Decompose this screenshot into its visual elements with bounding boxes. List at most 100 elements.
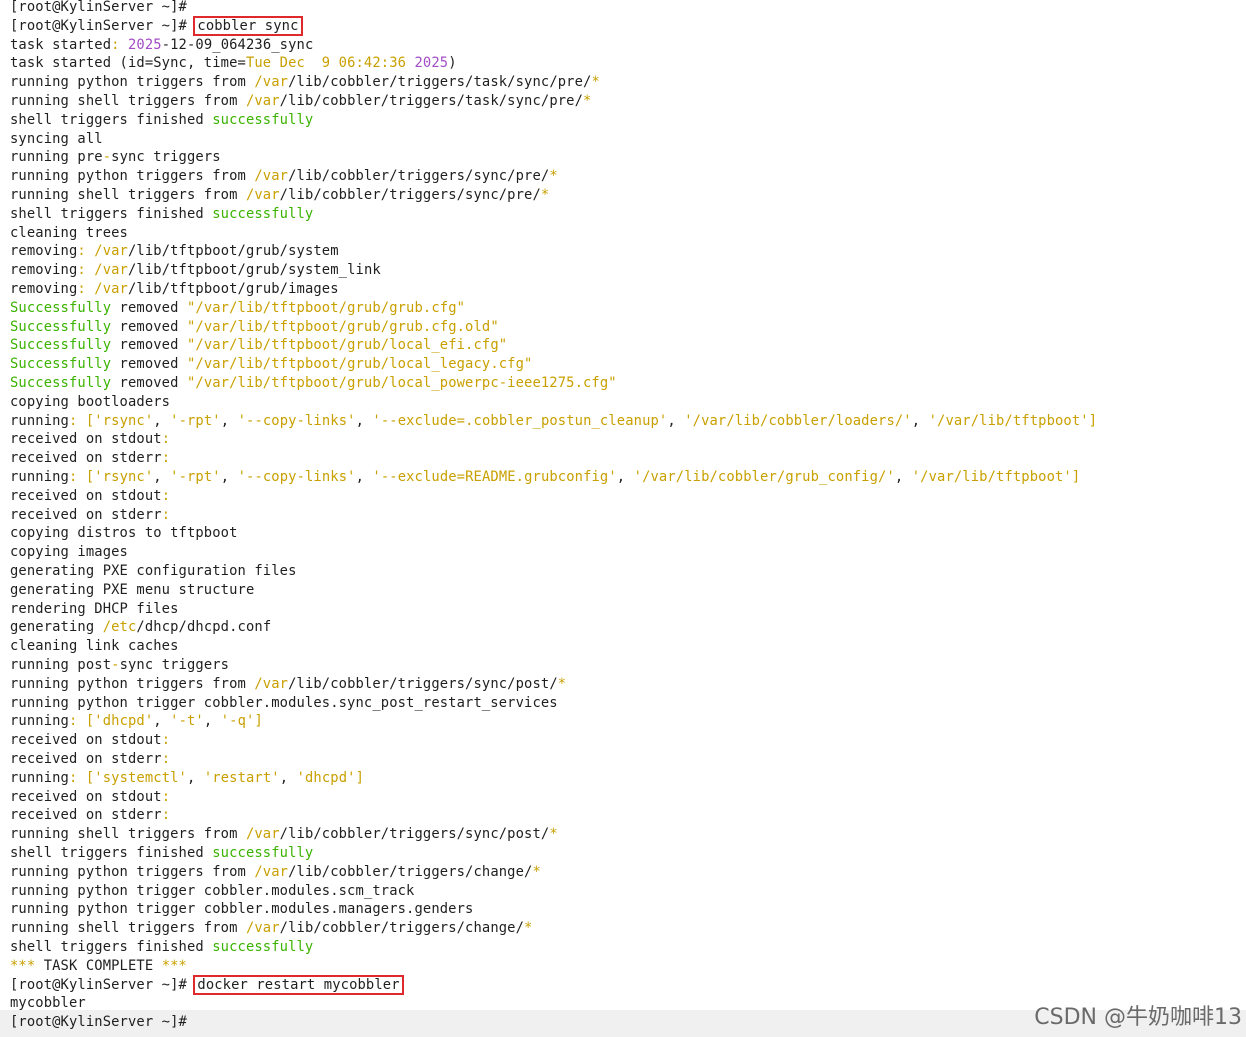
terminal-text: removed xyxy=(111,337,187,354)
terminal-text: "/var/lib/tftpboot/grub/grub.cfg.old" xyxy=(186,318,499,335)
terminal-line: received on stdout: xyxy=(10,788,170,807)
terminal-text: [root@KylinServer ~]# xyxy=(10,976,196,993)
terminal-text: received on stdout xyxy=(10,732,162,749)
terminal-text: , xyxy=(667,412,685,429)
terminal-text: Tue Dec 9 06:42:36 xyxy=(245,55,415,72)
terminal-text: removed xyxy=(111,356,187,373)
terminal-text: running shell triggers from xyxy=(10,93,246,109)
terminal-text: received on stdout xyxy=(10,788,162,805)
terminal-text: : xyxy=(161,732,171,749)
terminal-text: /var xyxy=(94,281,128,297)
terminal-text: , xyxy=(153,469,171,485)
terminal-text: /var xyxy=(245,93,280,109)
terminal-text: , xyxy=(355,412,373,429)
terminal-text: , xyxy=(153,412,171,429)
terminal-text: , xyxy=(220,412,238,429)
terminal-text: generating PXE menu structure xyxy=(10,581,255,598)
terminal-text: : xyxy=(161,506,171,523)
terminal-text: * xyxy=(591,74,600,91)
terminal-text: copying images xyxy=(10,544,128,561)
terminal-line: [root@KylinServer ~]# docker restart myc… xyxy=(10,974,404,995)
highlighted-command: cobbler sync xyxy=(193,15,303,36)
watermark: CSDN @牛奶咖啡13 xyxy=(1034,1005,1242,1030)
terminal-text: '--copy-links' xyxy=(237,469,356,485)
terminal-text: "/var/lib/tftpboot/grub/local_efi.cfg" xyxy=(186,337,508,354)
terminal-line: running python trigger cobbler.modules.s… xyxy=(10,694,558,713)
terminal-text: /lib/tftpboot/grub/system_link xyxy=(128,262,381,279)
terminal-line: running: ['systemctl', 'restart', 'dhcpd… xyxy=(10,769,364,788)
terminal-text: : xyxy=(161,431,171,448)
terminal-text: /var xyxy=(245,826,280,843)
terminal-text: : xyxy=(161,450,171,467)
terminal-line: received on stdout: xyxy=(10,731,170,750)
terminal-text: running post xyxy=(10,657,112,673)
terminal-line: running: ['rsync', '-rpt', '--copy-links… xyxy=(10,412,1097,431)
terminal-text: /var xyxy=(94,243,128,260)
terminal-text: removing xyxy=(10,262,78,279)
terminal-text: /lib/cobbler/triggers/sync/post/ xyxy=(279,826,550,843)
terminal-line: running shell triggers from /var/lib/cob… xyxy=(10,92,591,111)
terminal-text: 'dhcpd' xyxy=(94,713,154,730)
terminal-text: [root@KylinServer ~]# xyxy=(10,1014,196,1031)
terminal-line: removing: /var/lib/tftpboot/grub/system_… xyxy=(10,261,381,280)
terminal-line: task started: 2025-12-09_064236_sync xyxy=(10,36,313,55)
terminal-text: running python triggers from xyxy=(10,675,255,692)
terminal-text: received on stdout xyxy=(10,487,162,504)
terminal-text: /var xyxy=(254,168,289,185)
terminal-line: received on stderr: xyxy=(10,449,170,468)
terminal-text: shell triggers finished xyxy=(10,845,213,861)
terminal-line: copying distros to tftpboot xyxy=(10,524,238,543)
terminal-line: received on stdout: xyxy=(10,487,170,506)
terminal-text: generating PXE configuration files xyxy=(10,563,297,579)
terminal-text: /lib/cobbler/triggers/sync/pre/ xyxy=(288,168,550,185)
terminal-text: removed xyxy=(111,299,187,316)
terminal-text: , xyxy=(220,469,238,485)
terminal-line: running shell triggers from /var/lib/cob… xyxy=(10,825,558,844)
terminal-window[interactable]: [root@KylinServer ~]# [root@KylinServer ~… xyxy=(0,0,1246,1037)
terminal-text: /var xyxy=(245,187,280,203)
terminal-text: task started xyxy=(10,36,112,53)
terminal-text: : xyxy=(69,769,86,786)
terminal-text: successfully xyxy=(212,845,314,861)
terminal-line: syncing all xyxy=(10,130,103,149)
terminal-text: received on stderr xyxy=(10,807,162,824)
terminal-text: successfully xyxy=(212,111,314,128)
terminal-text: running python triggers from xyxy=(10,863,255,880)
terminal-text: running shell triggers from xyxy=(10,187,246,203)
terminal-text: removing xyxy=(10,281,78,297)
terminal-text: sync triggers xyxy=(111,149,221,166)
terminal-line: generating /etc/dhcp/dhcpd.conf xyxy=(10,618,271,637)
terminal-line: running post-sync triggers xyxy=(10,656,229,675)
terminal-text: [root@KylinServer ~]# xyxy=(10,17,196,34)
terminal-text: running xyxy=(10,713,69,730)
terminal-text: ] xyxy=(1088,412,1098,429)
terminal-text: /lib/cobbler/triggers/sync/pre/ xyxy=(279,187,541,203)
terminal-line: cleaning trees xyxy=(10,224,128,243)
terminal-text: '-rpt' xyxy=(170,469,221,485)
terminal-text: copying bootloaders xyxy=(10,393,171,410)
terminal-line: running python triggers from /var/lib/co… xyxy=(10,675,566,694)
terminal-text: shell triggers finished xyxy=(10,939,213,955)
terminal-text: [root@KylinServer ~]# xyxy=(10,0,187,15)
terminal-text: sync triggers xyxy=(119,657,230,673)
terminal-text: '/var/lib/tftpboot' xyxy=(911,469,1072,485)
terminal-text: 2025 xyxy=(127,36,162,53)
terminal-text: , xyxy=(355,469,373,485)
terminal-text: : xyxy=(77,243,95,260)
terminal-text: 'restart' xyxy=(203,769,280,786)
terminal-text: 'rsync' xyxy=(94,469,154,485)
terminal-text: /lib/cobbler/triggers/task/sync/pre/ xyxy=(288,74,592,91)
terminal-text: received on stdout xyxy=(10,431,162,448)
terminal-line: received on stderr: xyxy=(10,806,170,825)
terminal-text: running python trigger cobbler.modules.s… xyxy=(10,694,558,711)
terminal-text: 'systemctl' xyxy=(94,769,187,786)
terminal-text: * xyxy=(583,93,592,109)
terminal-text: syncing all xyxy=(10,130,103,147)
terminal-text: '--copy-links' xyxy=(237,412,356,429)
terminal-line: copying images xyxy=(10,543,128,562)
terminal-line: [root@KylinServer ~]# xyxy=(10,0,187,17)
terminal-text: running pre xyxy=(10,149,103,166)
terminal-text: ) xyxy=(448,55,457,72)
terminal-text: '-t' xyxy=(170,713,204,730)
terminal-text: copying distros to tftpboot xyxy=(10,525,238,542)
